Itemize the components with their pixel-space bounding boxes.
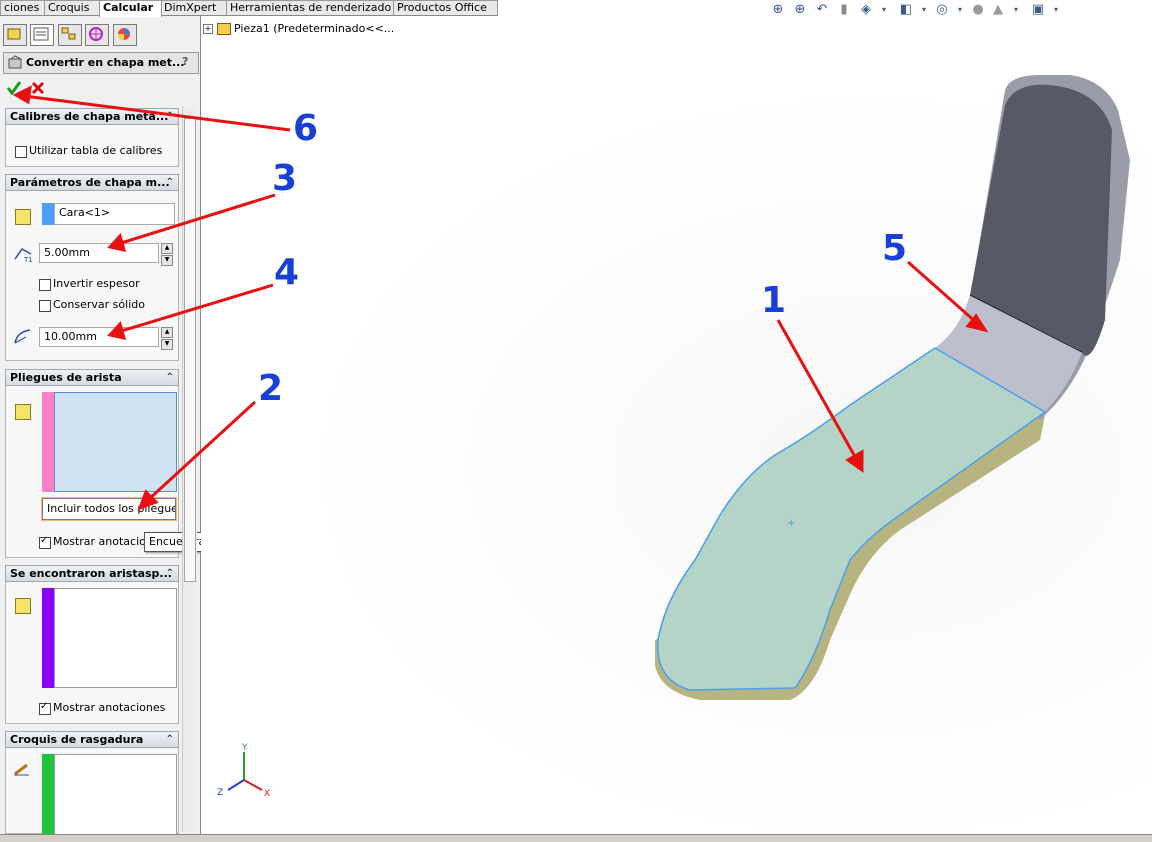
tab-calcular[interactable]: Calcular: [99, 0, 162, 17]
axis-y-label: Y: [242, 743, 248, 753]
selected-face: [657, 347, 1047, 691]
callout-4: 4: [274, 252, 300, 293]
part-model: +: [12, 75, 1130, 791]
callout-3: 3: [272, 158, 298, 199]
svg-text:+: +: [787, 518, 795, 529]
axis-x-label: X: [264, 789, 271, 799]
callout-5: 5: [882, 228, 908, 269]
callout-1: 1: [761, 280, 787, 321]
callout-2: 2: [258, 368, 284, 409]
coordinate-triad: [227, 752, 263, 791]
axis-z-label: Z: [217, 788, 224, 798]
callout-6: 6: [293, 108, 319, 149]
